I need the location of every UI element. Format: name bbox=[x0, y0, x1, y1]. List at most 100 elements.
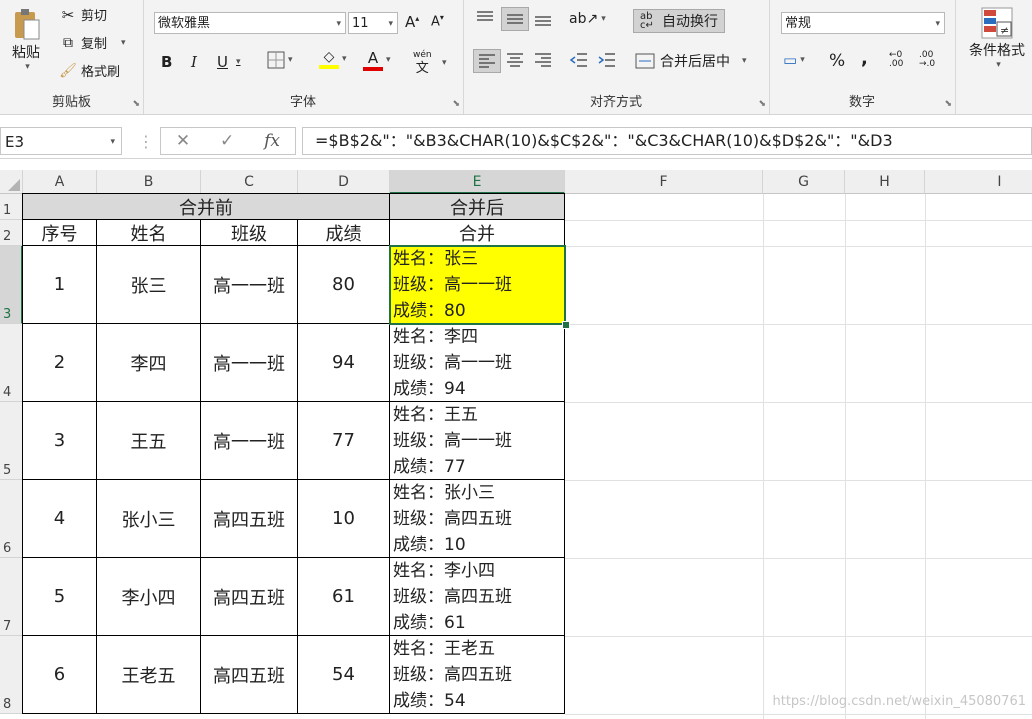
cell-score[interactable]: 94 bbox=[297, 323, 390, 402]
underline-button[interactable]: U ▾ bbox=[217, 53, 241, 71]
cell-score[interactable]: 54 bbox=[297, 635, 390, 714]
column-header-c[interactable]: C bbox=[201, 170, 298, 194]
column-header-a[interactable]: A bbox=[23, 170, 97, 194]
row-header-1[interactable]: 1 bbox=[0, 194, 23, 220]
name-box[interactable]: E3 ▾ bbox=[0, 127, 122, 155]
cell-no[interactable]: 2 bbox=[22, 323, 97, 402]
increase-font-button[interactable]: A▴ bbox=[405, 13, 419, 31]
cell-score[interactable]: 77 bbox=[297, 401, 390, 480]
cell-name[interactable]: 张小三 bbox=[96, 479, 201, 558]
italic-button[interactable]: I bbox=[191, 53, 197, 71]
column-header-d[interactable]: D bbox=[298, 170, 390, 194]
phonetic-button[interactable]: wén 文 bbox=[413, 50, 432, 76]
dialog-launcher-icon[interactable]: ⬊ bbox=[758, 99, 766, 109]
font-color-button[interactable]: A ▾ bbox=[363, 49, 391, 71]
decrease-font-button[interactable]: A▾ bbox=[431, 13, 444, 29]
confirm-icon[interactable]: ✓ bbox=[220, 131, 234, 151]
row-header-8[interactable]: 8 bbox=[0, 636, 23, 714]
header-class[interactable]: 班级 bbox=[200, 219, 298, 246]
cell-class[interactable]: 高四五班 bbox=[200, 557, 298, 636]
cell-no[interactable]: 5 bbox=[22, 557, 97, 636]
cell-no[interactable]: 3 bbox=[22, 401, 97, 480]
chevron-down-icon[interactable]: ▾ bbox=[442, 58, 447, 68]
header-score[interactable]: 成绩 bbox=[297, 219, 390, 246]
column-header-b[interactable]: B bbox=[97, 170, 201, 194]
font-name-select[interactable]: 微软雅黑 ▾ bbox=[154, 12, 346, 34]
select-all-button[interactable] bbox=[0, 170, 23, 194]
conditional-format-button[interactable]: ≠ 条件格式 ▾ bbox=[965, 6, 1029, 70]
increase-indent-button[interactable] bbox=[597, 51, 617, 69]
dialog-launcher-icon[interactable]: ⬊ bbox=[132, 99, 140, 109]
cell-name[interactable]: 王老五 bbox=[96, 635, 201, 714]
cell-merged[interactable]: 姓名：李四 班级：高一一班 成绩：94 bbox=[389, 323, 565, 402]
increase-decimal-button[interactable]: ←0.00 bbox=[889, 51, 903, 69]
decrease-indent-button[interactable] bbox=[569, 51, 589, 69]
row-header-3[interactable]: 3 bbox=[0, 246, 23, 324]
comma-button[interactable]: , bbox=[861, 48, 868, 69]
row-header-7[interactable]: 7 bbox=[0, 558, 23, 636]
cell-merged[interactable]: 姓名：张小三 班级：高四五班 成绩：10 bbox=[389, 479, 565, 558]
orientation-button[interactable]: ab↗ ▾ bbox=[569, 11, 606, 27]
cell-class[interactable]: 高一一班 bbox=[200, 323, 298, 402]
paste-button[interactable]: 粘贴 ▾ bbox=[8, 6, 44, 72]
decrease-decimal-button[interactable]: .00 →.0 bbox=[919, 51, 935, 69]
border-button[interactable]: ▾ bbox=[267, 51, 293, 69]
align-right-button[interactable] bbox=[533, 51, 553, 69]
percent-button[interactable]: % bbox=[829, 51, 845, 71]
column-header-i[interactable]: I bbox=[925, 170, 1032, 194]
column-header-g[interactable]: G bbox=[763, 170, 845, 194]
insert-function-icon[interactable]: fx bbox=[264, 131, 280, 151]
merged-header-before[interactable]: 合并前 bbox=[22, 193, 390, 220]
column-header-h[interactable]: H bbox=[845, 170, 925, 194]
cell-no[interactable]: 6 bbox=[22, 635, 97, 714]
align-top-button[interactable] bbox=[475, 9, 495, 27]
number-format-select[interactable]: 常规 ▾ bbox=[781, 12, 945, 34]
cell-merged[interactable]: 姓名：李小四 班级：高四五班 成绩：61 bbox=[389, 557, 565, 636]
formula-input[interactable]: =$B$2&"："&B3&CHAR(10)&$C$2&"："&C3&CHAR(1… bbox=[302, 127, 1032, 155]
header-no[interactable]: 序号 bbox=[22, 219, 97, 246]
cell-class[interactable]: 高四五班 bbox=[200, 635, 298, 714]
column-header-e[interactable]: E bbox=[390, 170, 565, 194]
cell-score[interactable]: 10 bbox=[297, 479, 390, 558]
align-middle-button[interactable] bbox=[501, 7, 529, 31]
cut-button[interactable]: ✂ 剪切 bbox=[58, 5, 107, 25]
cell-name[interactable]: 张三 bbox=[96, 245, 201, 324]
align-bottom-button[interactable] bbox=[533, 9, 553, 27]
cell-name[interactable]: 李四 bbox=[96, 323, 201, 402]
merge-center-button[interactable]: 合并后居中 ▾ bbox=[635, 51, 747, 71]
fill-color-button[interactable]: ◇ ▾ bbox=[319, 49, 347, 69]
row-header-4[interactable]: 4 bbox=[0, 324, 23, 402]
chevron-down-icon[interactable]: ▾ bbox=[25, 62, 30, 72]
column-header-f[interactable]: F bbox=[565, 170, 763, 194]
cancel-icon[interactable]: ✕ bbox=[176, 131, 190, 151]
cell-class[interactable]: 高一一班 bbox=[200, 245, 298, 324]
cell-merged-selected[interactable]: 姓名：张三 班级：高一一班 成绩：80 bbox=[389, 245, 565, 324]
cell-name[interactable]: 王五 bbox=[96, 401, 201, 480]
bold-button[interactable]: B bbox=[161, 53, 172, 71]
dialog-launcher-icon[interactable]: ⬊ bbox=[944, 99, 952, 109]
cell-score[interactable]: 80 bbox=[297, 245, 390, 324]
header-name[interactable]: 姓名 bbox=[96, 219, 201, 246]
merged-header-after[interactable]: 合并后 bbox=[389, 193, 565, 220]
row-header-6[interactable]: 6 bbox=[0, 480, 23, 558]
cell-class[interactable]: 高一一班 bbox=[200, 401, 298, 480]
accounting-format-button[interactable]: ▭ ▾ bbox=[783, 51, 805, 69]
cell-class[interactable]: 高四五班 bbox=[200, 479, 298, 558]
cell-name[interactable]: 李小四 bbox=[96, 557, 201, 636]
cell-no[interactable]: 4 bbox=[22, 479, 97, 558]
cell-score[interactable]: 61 bbox=[297, 557, 390, 636]
cell-merged[interactable]: 姓名：王老五 班级：高四五班 成绩：54 bbox=[389, 635, 565, 714]
align-left-button[interactable] bbox=[473, 49, 501, 73]
dialog-launcher-icon[interactable]: ⬊ bbox=[452, 99, 460, 109]
chevron-down-icon[interactable]: ▾ bbox=[121, 38, 126, 48]
align-center-button[interactable] bbox=[505, 51, 525, 69]
cell-no[interactable]: 1 bbox=[22, 245, 97, 324]
header-merged[interactable]: 合并 bbox=[389, 219, 565, 246]
wrap-text-button[interactable]: ab c↵ 自动换行 bbox=[633, 9, 725, 33]
font-size-select[interactable]: 11 ▾ bbox=[348, 12, 398, 34]
fill-handle[interactable] bbox=[562, 321, 570, 329]
copy-button[interactable]: ⧉ 复制 ▾ bbox=[58, 33, 126, 53]
cell-merged[interactable]: 姓名：王五 班级：高一一班 成绩：77 bbox=[389, 401, 565, 480]
row-header-2[interactable]: 2 bbox=[0, 220, 23, 246]
format-painter-button[interactable]: 🖌 格式刷 bbox=[58, 61, 120, 81]
